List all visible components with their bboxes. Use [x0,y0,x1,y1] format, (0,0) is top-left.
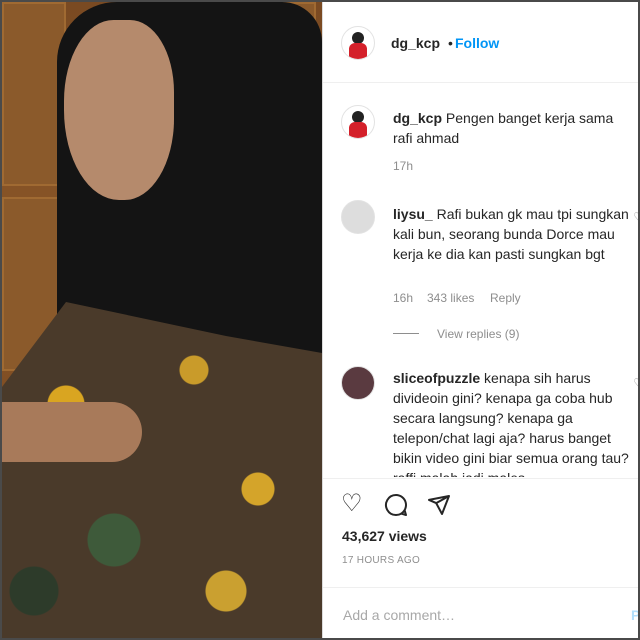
comment-icon[interactable] [384,493,408,517]
comment-likes[interactable]: 343 likes [427,291,474,305]
avatar[interactable] [341,366,375,400]
like-comment-icon[interactable]: ♡ [633,210,638,224]
replies-line [393,333,419,334]
caption: dg_kcp Pengen banget kerja sama rafi ahm… [393,108,633,148]
comment: sliceofpuzzle kenapa sih harus divideoin… [393,368,633,477]
caption-username[interactable]: dg_kcp [393,110,442,126]
view-replies-button[interactable]: View replies (9) [437,327,519,341]
comment-time: 16h [393,291,414,305]
comments-list[interactable]: dg_kcp Pengen banget kerja sama rafi ahm… [323,83,638,477]
post-side-panel: dg_kcp • Follow dg_kcp Pengen banget ker… [323,2,638,638]
views-count[interactable]: 43,627 views [342,528,427,544]
post-header: dg_kcp • Follow [323,2,638,83]
post-window: dg_kcp • Follow dg_kcp Pengen banget ker… [0,0,640,640]
avatar[interactable] [341,200,375,234]
comment-username[interactable]: sliceofpuzzle [393,370,480,386]
heart-icon[interactable]: ♡ [341,492,363,516]
avatar[interactable] [341,26,375,60]
comment-username[interactable]: liysu_ [393,206,433,222]
comment-text: kenapa sih harus divideoin gini? kenapa … [393,370,629,477]
camo-clothing [2,302,322,638]
header-separator: • [448,35,453,51]
comment: liysu_ Rafi bukan gk mau tpi sungkan kal… [393,204,633,264]
caption-time: 17h [393,159,414,173]
follow-button[interactable]: Follow [455,35,499,51]
post-actions: ♡ 43,627 views 17 HOURS AGO Post [323,478,638,638]
avatar[interactable] [341,105,375,139]
post-button[interactable]: Post [631,607,638,623]
comment-input[interactable] [341,606,605,624]
share-icon[interactable] [427,493,451,517]
header-username[interactable]: dg_kcp [391,35,440,51]
post-image[interactable] [2,2,322,638]
reply-button[interactable]: Reply [490,291,521,305]
add-comment-bar: Post [323,587,638,638]
arm-shape [2,402,142,462]
like-comment-icon[interactable]: ♡ [633,376,638,390]
face-shape [64,20,174,200]
post-time: 17 HOURS AGO [342,555,421,566]
